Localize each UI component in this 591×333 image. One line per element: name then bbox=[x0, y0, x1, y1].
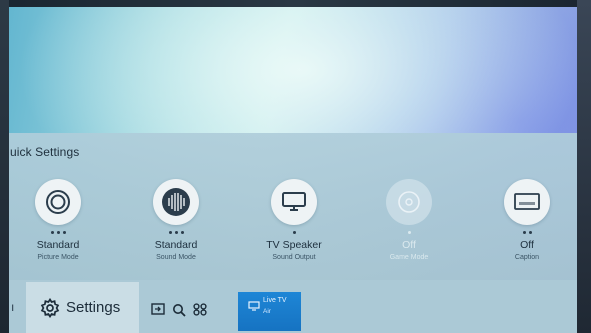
option-dots bbox=[121, 231, 231, 237]
tv-icon bbox=[248, 301, 260, 311]
caption-icon bbox=[504, 179, 550, 225]
caption-value: Off bbox=[520, 239, 534, 251]
option-dots bbox=[354, 231, 464, 237]
tv-bezel-top bbox=[0, 0, 591, 7]
sound-output-label: Sound Output bbox=[272, 254, 316, 261]
quick-setting-picture-mode[interactable]: Standard Picture Mode bbox=[3, 173, 113, 273]
caption-label: Caption bbox=[514, 254, 540, 261]
option-dots bbox=[472, 231, 582, 237]
option-dots bbox=[239, 231, 349, 237]
game-mode-label: Game Mode bbox=[389, 254, 429, 261]
picture-mode-icon bbox=[35, 179, 81, 225]
source-input-icon[interactable] bbox=[151, 303, 165, 315]
live-tv-subtitle: Air bbox=[263, 308, 271, 315]
picture-mode-label: Picture Mode bbox=[37, 254, 79, 261]
settings-label: Settings bbox=[66, 299, 121, 316]
sound-mode-icon bbox=[153, 179, 199, 225]
settings-tab[interactable]: Settings bbox=[26, 282, 139, 333]
quick-setting-sound-mode[interactable]: Standard Sound Mode bbox=[121, 173, 231, 273]
sound-output-value: TV Speaker bbox=[266, 239, 322, 251]
sound-mode-value: Standard bbox=[154, 239, 198, 251]
tv-speaker-icon bbox=[271, 179, 317, 225]
quick-settings-title: uick Settings bbox=[10, 145, 80, 159]
option-dots bbox=[3, 231, 113, 237]
apps-icon[interactable] bbox=[193, 303, 207, 316]
live-tv-tile[interactable]: Live TV Air bbox=[238, 292, 301, 331]
tv-bezel-left bbox=[0, 0, 9, 333]
picture-mode-value: Standard bbox=[36, 239, 80, 251]
live-tv-title: Live TV bbox=[263, 297, 287, 304]
quick-setting-game-mode: Off Game Mode bbox=[354, 173, 464, 273]
tv-bezel-right bbox=[577, 0, 591, 333]
quick-setting-caption[interactable]: Off Caption bbox=[472, 173, 582, 273]
sound-mode-label: Sound Mode bbox=[156, 254, 196, 261]
game-mode-value: Off bbox=[402, 239, 416, 251]
search-icon[interactable] bbox=[172, 303, 186, 317]
quick-setting-sound-output[interactable]: TV Speaker Sound Output bbox=[239, 173, 349, 273]
previous-item-stub[interactable]: ı bbox=[11, 300, 14, 314]
game-mode-icon bbox=[386, 179, 432, 225]
gear-icon bbox=[40, 297, 60, 318]
